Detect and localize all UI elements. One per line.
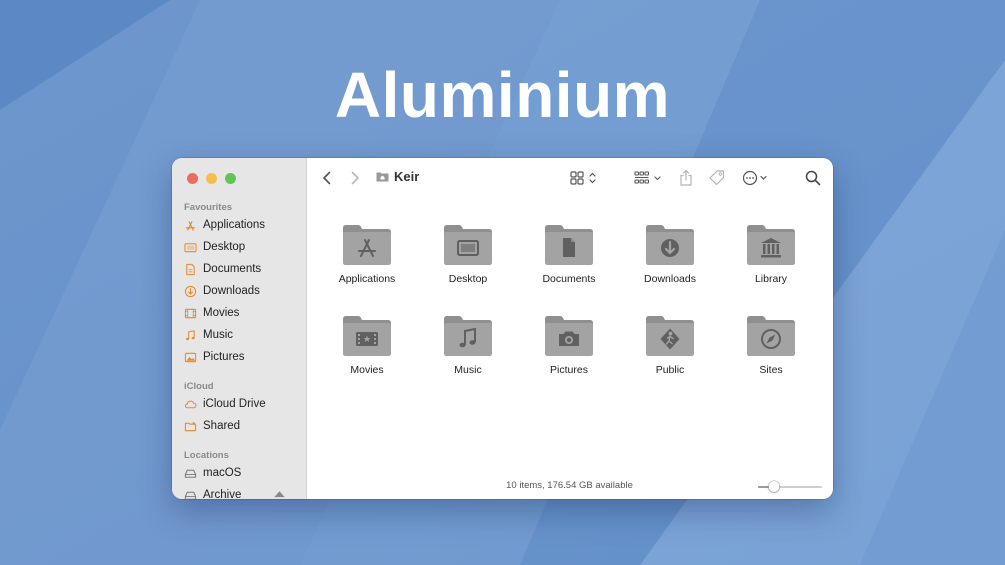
tag-button[interactable] [708,168,726,188]
sidebar-item-label: Shared [203,420,241,432]
sidebar-item-pictures[interactable]: Pictures [184,347,302,367]
window-controls [187,173,236,184]
sidebar-item-label: Movies [203,307,240,319]
sidebar-section-icloud: iCloud [184,381,214,392]
sidebar-item-label: Music [203,329,234,341]
more-actions-button[interactable] [742,168,772,188]
search-button[interactable] [804,168,822,188]
close-button[interactable] [187,173,198,184]
movies-folder-icon [343,316,391,356]
sidebar-item-shared[interactable]: Shared [184,416,302,436]
search-icon [805,170,821,186]
sites-folder-icon [747,316,795,356]
sidebar-item-desktop[interactable]: Desktop [184,237,302,257]
back-button[interactable] [320,168,334,188]
applications-icon [185,220,196,231]
home-folder-icon [376,172,389,182]
minimize-button[interactable] [206,173,217,184]
film-icon [184,308,197,318]
sidebar-section-locations: Locations [184,450,229,461]
documents-folder-icon [545,225,593,265]
sidebar-item-applications[interactable]: Applications [184,215,302,235]
sidebar-item-label: macOS [203,467,242,479]
sidebar-item-label: iCloud Drive [203,398,266,410]
group-by-button[interactable] [634,168,664,188]
download-icon [184,285,197,297]
forward-button[interactable] [348,168,362,188]
file-item-label: Movies [350,364,384,376]
file-item-label: Downloads [644,273,696,285]
file-item-desktop[interactable]: Desktop [422,222,514,285]
headline: Aluminium [334,59,671,131]
file-item-library[interactable]: Library [725,222,817,285]
file-item-label: Pictures [550,364,588,376]
file-item-applications[interactable]: Applications [321,222,413,285]
disk-icon [184,491,197,499]
toolbar: Keir [306,158,833,198]
file-item-label: Public [655,364,685,376]
file-item-label: Library [754,273,788,285]
shared-folder-icon [184,421,197,431]
file-item-music[interactable]: Music [422,313,514,376]
file-item-public[interactable]: Public [624,313,716,376]
disk-icon [184,469,197,478]
file-item-downloads[interactable]: Downloads [624,222,716,285]
file-item-movies[interactable]: Movies [321,313,413,376]
sidebar: Favourites Applications Desktop Document… [172,158,307,499]
window-title: Keir [376,169,419,184]
file-item-sites[interactable]: Sites [725,313,817,376]
applications-folder-icon [343,225,391,265]
downloads-folder-icon [646,225,694,265]
zoom-button[interactable] [225,173,236,184]
share-icon [680,169,692,186]
sidebar-item-music[interactable]: Music [184,325,302,345]
sidebar-item-label: Pictures [203,351,245,363]
finder-window: Favourites Applications Desktop Document… [172,158,833,499]
music-folder-icon [444,316,492,356]
sidebar-item-label: Applications [203,219,266,231]
window-title-label: Keir [394,169,420,184]
icon-grid-icon [570,171,596,185]
share-button[interactable] [678,168,694,188]
sidebar-item-icloud-drive[interactable]: iCloud Drive [184,394,302,414]
file-item-documents[interactable]: Documents [523,222,615,285]
sidebar-item-downloads[interactable]: Downloads [184,281,302,301]
pictures-folder-icon [545,316,593,356]
sidebar-section-favourites: Favourites [184,202,233,213]
chevron-left-icon [323,171,331,185]
sidebar-item-label: Archive [203,489,242,499]
document-icon [186,263,195,275]
desktop-folder-icon [444,225,492,265]
library-folder-icon [747,225,795,265]
view-mode-button[interactable] [570,168,600,188]
tag-icon [709,170,725,186]
sidebar-item-label: Documents [203,263,262,275]
sidebar-item-label: Desktop [203,241,246,253]
file-item-label: Desktop [448,273,488,285]
picture-icon [184,352,197,362]
ellipsis-circle-icon [742,170,767,186]
sidebar-item-label: Downloads [203,285,260,297]
sidebar-item-documents[interactable]: Documents [184,259,302,279]
chevron-right-icon [351,171,359,185]
file-item-label: Applications [338,273,396,285]
eject-icon[interactable] [273,490,286,499]
status-bar: 10 items, 176.54 GB available [506,480,633,491]
cloud-icon [184,400,197,408]
public-folder-icon [646,316,694,356]
slider-knob[interactable] [768,481,780,492]
sidebar-item-movies[interactable]: Movies [184,303,302,323]
group-by-icon [634,171,661,184]
sidebar-item-archive[interactable]: Archive [184,485,302,499]
file-item-label: Music [454,364,482,376]
icon-size-slider[interactable] [758,481,822,493]
sidebar-item-macos[interactable]: macOS [184,463,302,483]
music-note-icon [186,329,195,340]
file-item-label: Sites [759,364,783,376]
desktop-icon [184,242,197,252]
file-item-pictures[interactable]: Pictures [523,313,615,376]
file-item-label: Documents [542,273,596,285]
